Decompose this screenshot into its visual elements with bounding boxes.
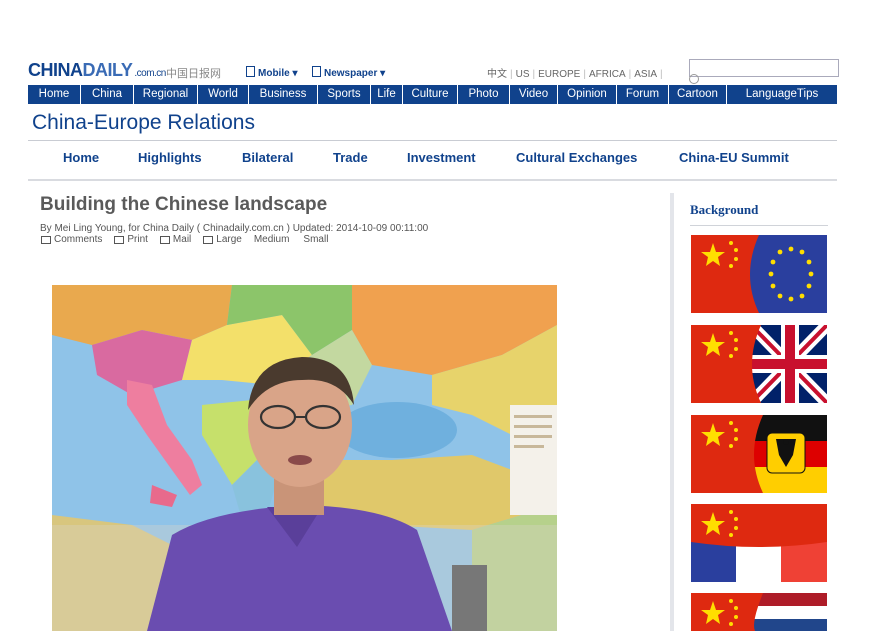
font-size-medium[interactable]: Medium — [254, 234, 290, 245]
region-link-africa[interactable]: AFRICA — [589, 69, 626, 80]
mobile-icon — [246, 66, 255, 77]
mobile-link[interactable]: Mobile ▾ — [246, 66, 297, 79]
nav-life[interactable]: Life — [371, 85, 403, 104]
china-france-flag-link[interactable] — [691, 504, 827, 582]
china-germany-flag-link[interactable] — [691, 415, 827, 493]
print-link[interactable]: Print — [114, 234, 148, 245]
newspaper-icon — [312, 66, 321, 77]
divider — [690, 225, 828, 226]
china-netherlands-flag-link[interactable] — [691, 593, 827, 631]
divider — [28, 140, 837, 141]
nav-languagetips[interactable]: LanguageTips — [727, 85, 837, 104]
nav-business[interactable]: Business — [249, 85, 318, 104]
nav-world[interactable]: World — [198, 85, 249, 104]
logo-daily-text: DAILY — [82, 60, 133, 80]
section-title[interactable]: China-Europe Relations — [32, 111, 255, 135]
nav-cartoon[interactable]: Cartoon — [669, 85, 727, 104]
search-icon[interactable] — [689, 74, 699, 84]
nav-forum[interactable]: Forum — [617, 85, 669, 104]
china-uk-flag-link[interactable] — [691, 325, 827, 403]
subnav-investment[interactable]: Investment — [407, 150, 476, 165]
nav-sports[interactable]: Sports — [318, 85, 371, 104]
comments-link[interactable]: Comments — [41, 234, 102, 245]
nav-china[interactable]: China — [81, 85, 134, 104]
nav-opinion[interactable]: Opinion — [558, 85, 617, 104]
nav-home[interactable]: Home — [28, 85, 81, 104]
comment-icon — [41, 235, 51, 244]
font-size-large[interactable]: Large — [203, 234, 242, 245]
mail-link[interactable]: Mail — [159, 234, 191, 245]
article-photo — [52, 285, 557, 631]
logo-suffix: .com.cn — [134, 68, 166, 79]
subnav-highlights[interactable]: Highlights — [138, 150, 202, 165]
subnav-bilateral[interactable]: Bilateral — [242, 150, 293, 165]
nav-regional[interactable]: Regional — [134, 85, 198, 104]
subnav-cultural-exchanges[interactable]: Cultural Exchanges — [516, 150, 637, 165]
china-eu-flag-link[interactable] — [691, 235, 827, 313]
sidebar-title: Background — [690, 202, 759, 217]
sidebar-border — [670, 193, 674, 631]
subnav-trade[interactable]: Trade — [333, 150, 368, 165]
nav-culture[interactable]: Culture — [403, 85, 458, 104]
section-subnav: Home Highlights Bilateral Trade Investme… — [28, 150, 837, 172]
main-nav: Home China Regional World Business Sport… — [28, 85, 837, 104]
nav-video[interactable]: Video — [510, 85, 558, 104]
print-icon — [114, 235, 125, 244]
chinadaily-logo[interactable]: CHINADAILY .com.cn — [28, 60, 166, 81]
search-input[interactable] — [689, 59, 839, 77]
region-links: 中文 | US | EUROPE | AFRICA | ASIA | — [487, 69, 663, 80]
logo-china-text: CHINA — [28, 60, 83, 80]
divider — [28, 179, 837, 181]
font-size-icon — [203, 235, 214, 244]
region-link-asia[interactable]: ASIA — [634, 69, 657, 80]
mail-icon — [159, 235, 170, 244]
article-byline: By Mei Ling Young, for China Daily ( Chi… — [40, 223, 429, 234]
chinese-logo[interactable]: 中国日报网 — [166, 65, 221, 81]
region-link-us[interactable]: US — [516, 69, 530, 80]
nav-photo[interactable]: Photo — [458, 85, 510, 104]
font-size-small[interactable]: Small — [303, 234, 328, 245]
article-headline: Building the Chinese landscape — [40, 194, 328, 215]
subnav-china-eu-summit[interactable]: China-EU Summit — [679, 150, 789, 165]
newspaper-link[interactable]: Newspaper ▾ — [312, 66, 385, 79]
region-link-chinese[interactable]: 中文 — [487, 69, 507, 80]
region-link-europe[interactable]: EUROPE — [538, 69, 580, 80]
subnav-home[interactable]: Home — [63, 150, 99, 165]
article-tools: Comments Print Mail Large Medium Small — [41, 234, 342, 245]
